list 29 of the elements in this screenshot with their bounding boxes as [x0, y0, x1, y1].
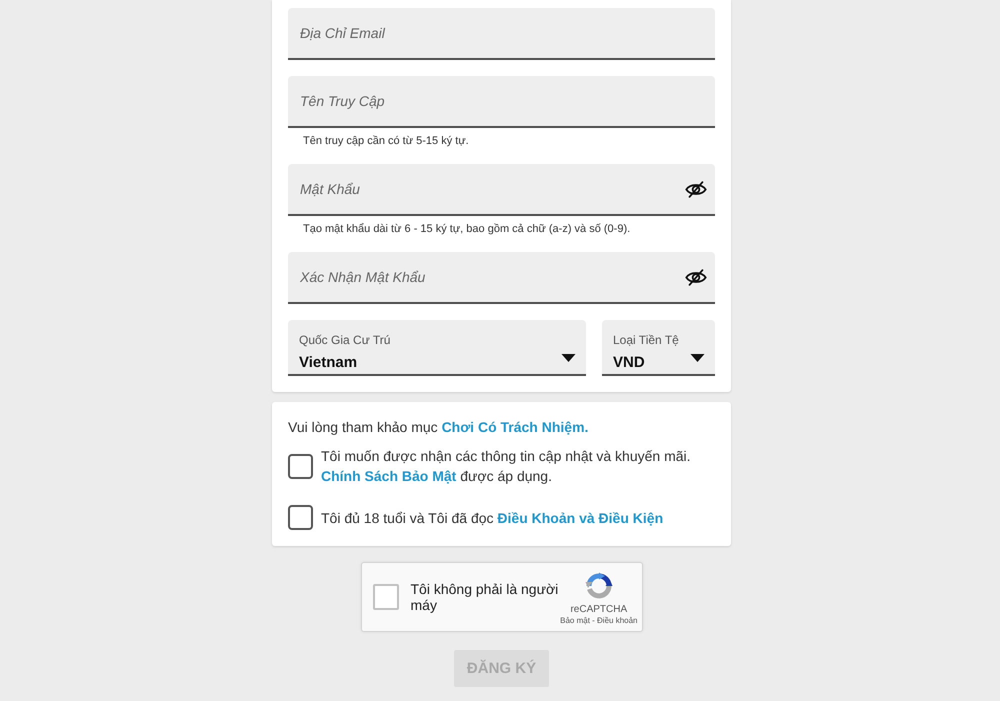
caret-down-icon	[690, 354, 705, 362]
dropdown-label: Loại Tiền Tệ	[613, 333, 679, 347]
notice-text: Vui lòng tham khảo mục Chơi Có Trách Nhiệm.	[288, 418, 588, 436]
checkbox[interactable]	[288, 454, 313, 478]
text-link[interactable]: Chơi Có Trách Nhiệm.	[442, 419, 588, 435]
captcha-brand: reCAPTCHA	[570, 604, 628, 616]
dropdown[interactable]: Loại Tiền Tệ VND	[602, 320, 715, 376]
text-link[interactable]: Điều Khoản và Điều Kiện	[497, 510, 664, 526]
text-field[interactable]: Địa Chỉ Email	[288, 8, 715, 60]
captcha-label: Tôi không phải là người máy	[410, 581, 560, 613]
password-field[interactable]: Mật Khẩu	[288, 164, 715, 216]
password-field[interactable]: Xác Nhận Mật Khẩu	[288, 252, 715, 304]
dropdown-value: Vietnam	[299, 354, 358, 372]
checkbox[interactable]	[288, 505, 313, 530]
dropdown-label: Quốc Gia Cư Trú	[299, 333, 390, 347]
privacy-terms-links[interactable]: Bảo mật - Điều khoản	[560, 616, 638, 626]
circular-arrow-icon	[584, 572, 613, 600]
caret-down-icon	[561, 354, 576, 362]
text-link[interactable]: Chính Sách Bảo Mật	[321, 468, 456, 484]
eye-slash-icon[interactable]	[685, 269, 707, 286]
dropdown[interactable]: Quốc Gia Cư Trú Vietnam	[288, 320, 586, 376]
checkbox-label: Tôi đủ 18 tuổi và Tôi đã đọc Điều Khoản và Điều Kiện	[321, 508, 664, 528]
checkbox[interactable]	[372, 584, 398, 610]
text-field[interactable]: Tên Truy Cập	[288, 76, 715, 128]
dropdown-value: VND	[613, 354, 645, 372]
eye-slash-icon[interactable]	[685, 181, 707, 198]
checkbox-label: Tôi muốn được nhận các thông tin cập nhật và khuyến mãi. Chính Sách Bảo Mật được áp dụng.	[321, 447, 692, 486]
field-hint: Tạo mật khẩu dài từ 6 - 15 ký tự, bao gồm cả chữ (a-z) và số (0-9).	[303, 222, 630, 236]
field-hint: Tên truy cập cần có từ 5-15 ký tự.	[303, 134, 469, 148]
